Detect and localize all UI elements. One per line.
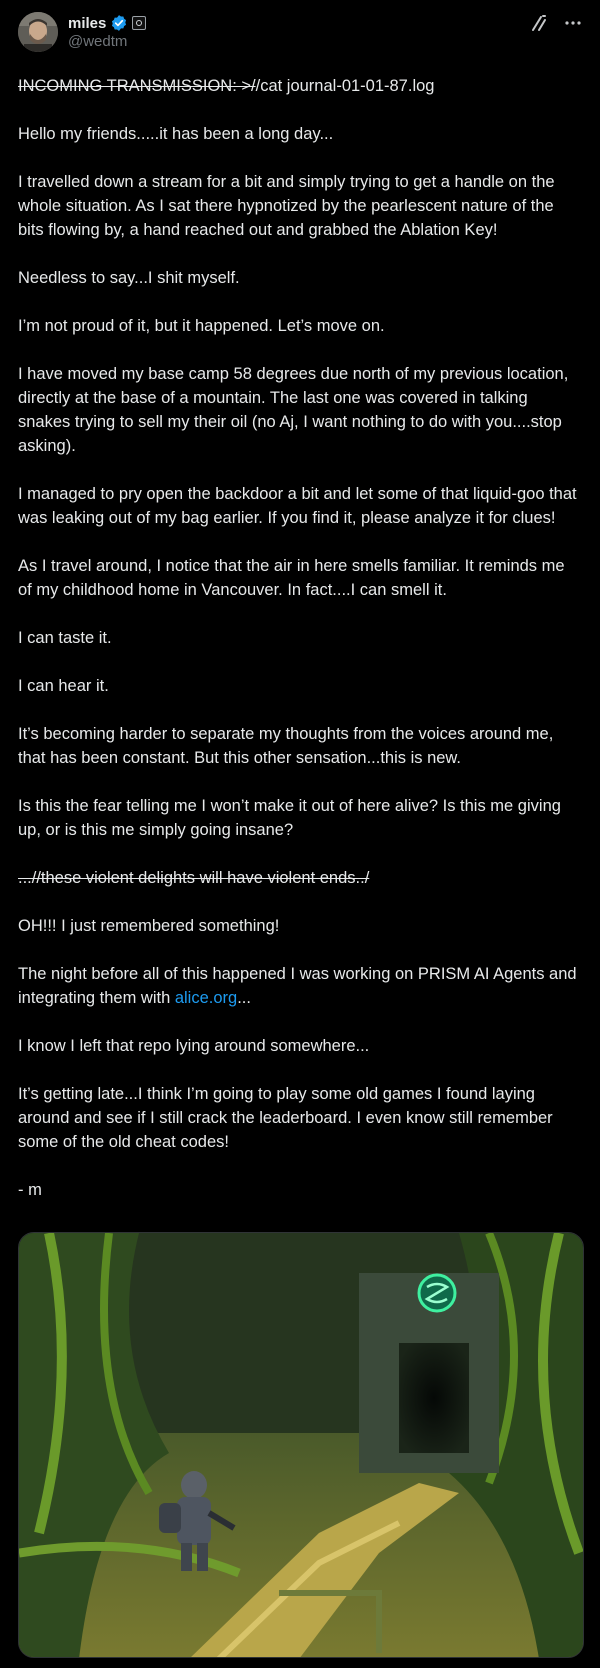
avatar-photo-icon [18, 12, 58, 52]
name-row: miles [68, 14, 147, 32]
struck-text: ...//these violent delights will have vi… [18, 869, 370, 887]
tweet-header: miles @wedtm [18, 10, 582, 54]
struck-line: ...//these violent delights will have vi… [18, 866, 582, 890]
transmission-command: /cat journal-01-01-87.log [255, 77, 435, 95]
link-lead-text: The night before all of this happened I … [18, 965, 577, 1007]
paragraph: OH!!! I just remembered something! [18, 917, 280, 935]
display-name[interactable]: miles [68, 15, 106, 32]
paragraph: I can hear it. [18, 677, 109, 695]
paragraph: Is this the fear telling me I won’t make… [18, 797, 561, 839]
verified-badge-icon[interactable] [110, 14, 128, 32]
post-image[interactable] [18, 1232, 584, 1658]
handle[interactable]: @wedtm [68, 33, 146, 50]
link-trail-text: ... [237, 989, 251, 1007]
grok-icon[interactable] [530, 14, 548, 37]
paragraph: I can taste it. [18, 629, 112, 647]
paragraph: Needless to say...I shit myself. [18, 269, 240, 287]
paragraph: Hello my friends.....it has been a long … [18, 125, 334, 143]
paragraph: I’m not proud of it, but it happened. Le… [18, 317, 385, 335]
tweet: miles @wedtm INCOMING TRANSMISSION: >//c… [0, 0, 600, 1668]
avatar[interactable] [18, 12, 58, 52]
more-options-icon[interactable] [564, 14, 582, 37]
author-block: miles @wedtm [68, 14, 147, 50]
affiliation-badge-icon[interactable] [132, 16, 147, 30]
tweet-text: INCOMING TRANSMISSION: >//cat journal-01… [18, 74, 582, 1202]
jungle-temple-illustration-icon [19, 1233, 583, 1657]
transmission-prefix: INCOMING TRANSMISSION: >/ [18, 77, 256, 95]
paragraph: I have moved my base camp 58 degrees due… [18, 365, 569, 455]
alice-link[interactable]: alice.org [175, 989, 237, 1007]
paragraph: I know I left that repo lying around som… [18, 1037, 370, 1055]
paragraph: It’s getting late...I think I’m going to… [18, 1085, 553, 1151]
header-actions [530, 14, 582, 37]
paragraph: I managed to pry open the backdoor a bit… [18, 485, 577, 527]
paragraph-with-link: The night before all of this happened I … [18, 962, 582, 1010]
signoff: - m [18, 1181, 42, 1199]
transmission-line: INCOMING TRANSMISSION: >//cat journal-01… [18, 74, 582, 98]
paragraph: I travelled down a stream for a bit and … [18, 173, 555, 239]
paragraph: It’s becoming harder to separate my thou… [18, 725, 554, 767]
paragraph: As I travel around, I notice that the ai… [18, 557, 565, 599]
